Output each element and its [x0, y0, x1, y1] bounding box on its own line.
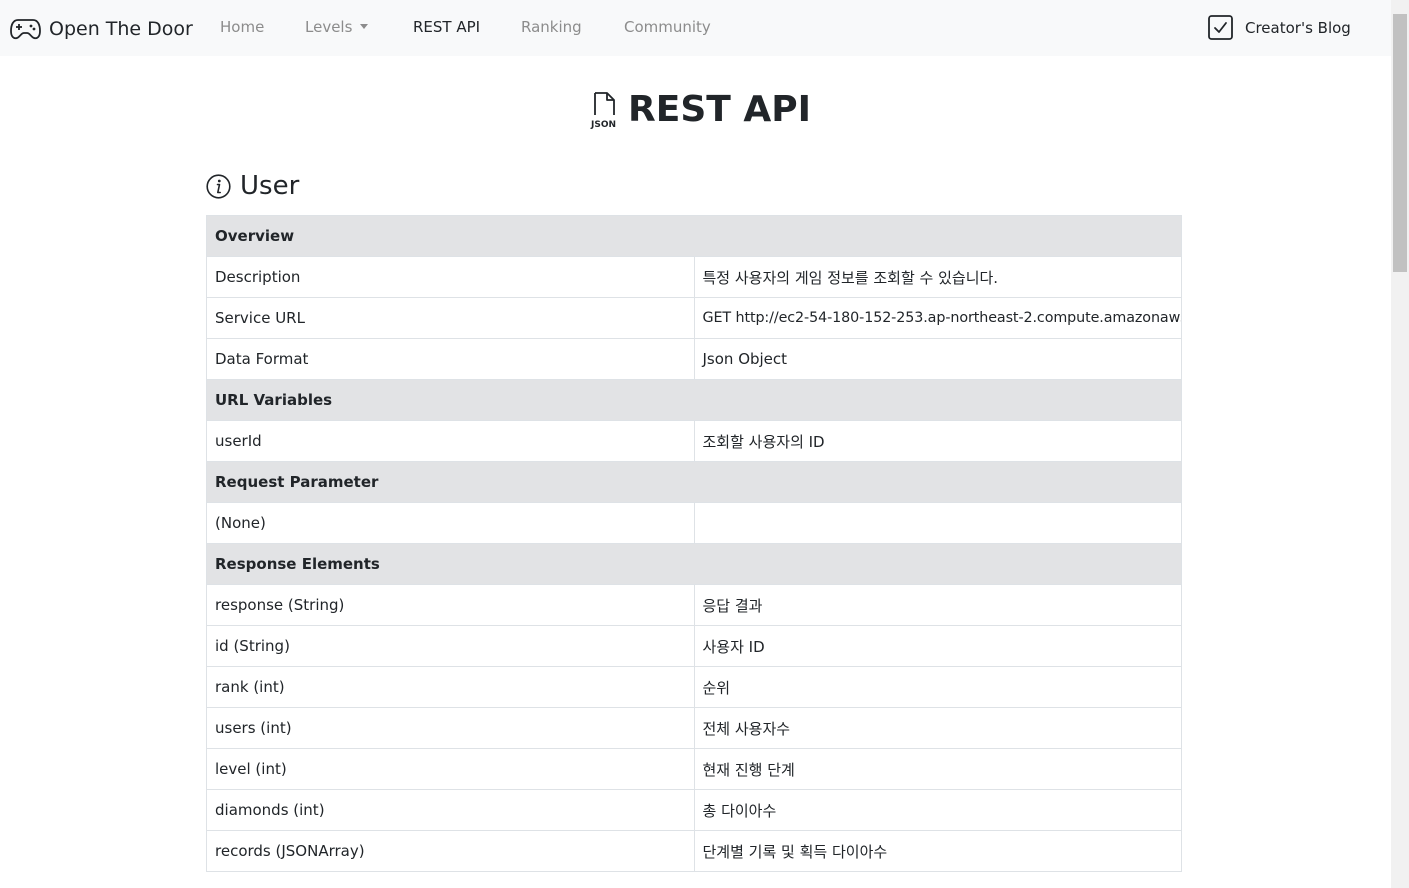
check-square-icon: [1208, 15, 1233, 40]
table-row: rank (int) 순위: [206, 666, 1182, 708]
url-variable-key: userId: [206, 420, 695, 462]
description-key: Description: [206, 256, 695, 298]
navbar: Open The Door Home Levels REST API Ranki…: [0, 0, 1391, 56]
table-row: diamonds (int) 총 다이아수: [206, 789, 1182, 831]
vertical-scrollbar[interactable]: [1391, 0, 1409, 888]
table-row: level (int) 현재 진행 단계: [206, 748, 1182, 790]
table-row: Data Format Json Object: [206, 338, 1182, 380]
api-spec-table: Overview Description 특정 사용자의 게임 정보를 조회할 …: [206, 215, 1182, 872]
table-row: response (String) 응답 결과: [206, 584, 1182, 626]
table-section-row: Response Elements: [206, 543, 1182, 585]
response-element-key: response (String): [206, 584, 695, 626]
response-element-key: level (int): [206, 748, 695, 790]
table-section-row: URL Variables: [206, 379, 1182, 421]
response-element-value: 전체 사용자수: [693, 707, 1182, 749]
request-parameter-key: (None): [206, 502, 695, 544]
nav-community[interactable]: Community: [624, 18, 711, 36]
brand-name: Open The Door: [49, 17, 193, 40]
page: Open The Door Home Levels REST API Ranki…: [0, 0, 1409, 888]
response-element-value: 총 다이아수: [693, 789, 1182, 831]
response-element-value: 순위: [693, 666, 1182, 708]
page-title-text: REST API: [628, 89, 811, 130]
nav-levels-dropdown[interactable]: Levels: [305, 18, 369, 36]
data-format-key: Data Format: [206, 338, 695, 380]
response-element-value: 사용자 ID: [693, 625, 1182, 667]
json-file-icon: JSON: [590, 92, 616, 130]
table-row: Service URL GET http://ec2-54-180-152-25…: [206, 297, 1182, 339]
table-row: records (JSONArray) 단계별 기록 및 획득 다이아수: [206, 830, 1182, 872]
creators-blog-label: Creator's Blog: [1245, 18, 1351, 37]
brand-link[interactable]: Open The Door: [10, 15, 193, 42]
response-element-value: 응답 결과: [693, 584, 1182, 626]
response-element-value: 현재 진행 단계: [693, 748, 1182, 790]
page-title: JSON REST API: [590, 88, 811, 132]
nav-levels-label: Levels: [305, 18, 353, 36]
nav-home[interactable]: Home: [220, 18, 264, 36]
service-url-value: GET http://ec2-54-180-152-253.ap-northea…: [693, 297, 1182, 339]
table-row: users (int) 전체 사용자수: [206, 707, 1182, 749]
table-section-row: Overview: [206, 215, 1182, 257]
nav-ranking[interactable]: Ranking: [521, 18, 582, 36]
info-circle-icon: [206, 173, 231, 199]
nav-rest-api[interactable]: REST API: [413, 18, 480, 36]
scrollbar-thumb[interactable]: [1393, 14, 1407, 272]
table-row: id (String) 사용자 ID: [206, 625, 1182, 667]
table-row: userId 조회할 사용자의 ID: [206, 420, 1182, 462]
request-parameter-value: [693, 502, 1182, 544]
data-format-value: Json Object: [693, 338, 1182, 380]
creators-blog-link[interactable]: Creator's Blog: [1208, 15, 1351, 40]
table-row: (None): [206, 502, 1182, 544]
json-icon-label: JSON: [590, 120, 616, 130]
response-elements-header: Response Elements: [206, 543, 1182, 585]
url-variable-value: 조회할 사용자의 ID: [693, 420, 1182, 462]
response-element-key: diamonds (int): [206, 789, 695, 831]
table-row: Description 특정 사용자의 게임 정보를 조회할 수 있습니다.: [206, 256, 1182, 298]
response-element-key: records (JSONArray): [206, 830, 695, 872]
section-heading-user: User: [206, 168, 299, 204]
table-section-row: Request Parameter: [206, 461, 1182, 503]
response-element-key: id (String): [206, 625, 695, 667]
description-value: 특정 사용자의 게임 정보를 조회할 수 있습니다.: [693, 256, 1182, 298]
url-variables-header: URL Variables: [206, 379, 1182, 421]
request-parameter-header: Request Parameter: [206, 461, 1182, 503]
overview-header: Overview: [206, 215, 1182, 257]
service-url-key: Service URL: [206, 297, 695, 339]
gamepad-icon: [10, 18, 41, 39]
response-element-key: rank (int): [206, 666, 695, 708]
response-element-value: 단계별 기록 및 획득 다이아수: [693, 830, 1182, 872]
response-element-key: users (int): [206, 707, 695, 749]
caret-down-icon: [360, 24, 369, 29]
section-heading-text: User: [240, 171, 300, 201]
